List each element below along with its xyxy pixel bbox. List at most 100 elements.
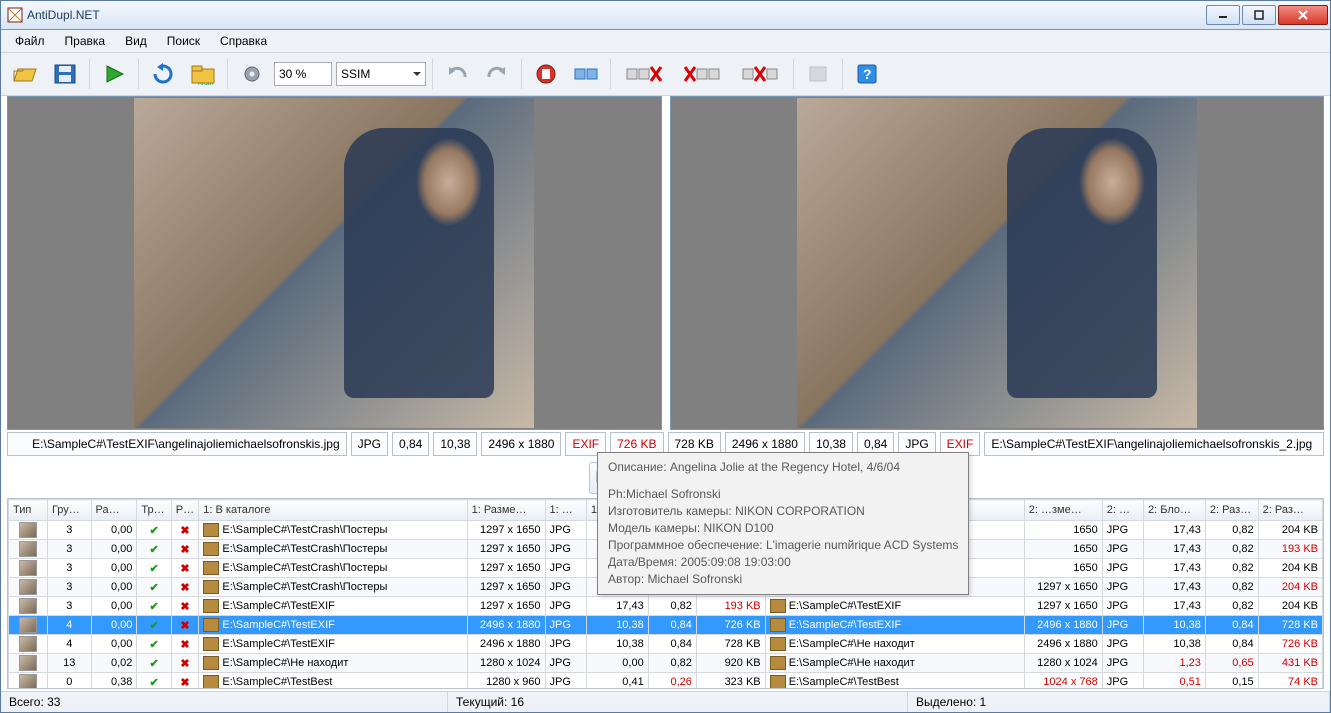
options-button[interactable]: [234, 56, 270, 92]
info-right-path: E:\SampleC#\TestEXIF\angelinajoliemichae…: [984, 432, 1324, 456]
minimize-button[interactable]: [1206, 5, 1240, 25]
table-row[interactable]: 40,00✔✖ E:\SampleC#\TestEXIF2496 x 1880J…: [9, 616, 1323, 635]
tooltip-camera-model: Модель камеры: NIKON D100: [608, 520, 958, 537]
column-header[interactable]: Р…: [171, 500, 199, 521]
folder-icon: [203, 656, 219, 670]
delete-icon: ✖: [180, 525, 189, 537]
column-header[interactable]: 2: Раз…: [1258, 500, 1322, 521]
column-header[interactable]: 1: Разме…: [467, 500, 545, 521]
column-header[interactable]: 1: В каталоге: [199, 500, 467, 521]
folder-icon: [770, 618, 786, 632]
type-icon: [19, 617, 37, 633]
check-icon: ✔: [149, 601, 158, 613]
table-row[interactable]: 00,38✔✖ E:\SampleC#\TestBest1280 x 960JP…: [9, 673, 1323, 689]
type-icon: [19, 522, 37, 538]
pairs-icon: [573, 63, 599, 85]
menu-view[interactable]: Вид: [115, 30, 157, 52]
stop-button[interactable]: [528, 56, 564, 92]
column-header[interactable]: 2: Раз…: [1205, 500, 1258, 521]
undo-button[interactable]: [439, 56, 475, 92]
menu-help[interactable]: Справка: [210, 30, 277, 52]
help-button[interactable]: ?: [849, 56, 885, 92]
delete-all-button[interactable]: [733, 56, 787, 92]
menu-file[interactable]: Файл: [5, 30, 55, 52]
preview-left[interactable]: [7, 96, 662, 430]
mistake-button[interactable]: [800, 56, 836, 92]
paths-button[interactable]: open: [185, 56, 221, 92]
gear-icon: [240, 63, 264, 85]
folder-icon: [203, 580, 219, 594]
tooltip-description: Описание: Angelina Jolie at the Regency …: [608, 459, 958, 476]
check-icon: ✔: [149, 639, 158, 651]
folder-icon: [770, 599, 786, 613]
info-left-block: 10,38: [433, 432, 477, 456]
delete-icon: ✖: [180, 544, 189, 556]
column-header[interactable]: 2: Бло…: [1144, 500, 1206, 521]
tooltip-datetime: Дата/Время: 2005:09:08 19:03:00: [608, 554, 958, 571]
column-header[interactable]: 2: …: [1102, 500, 1143, 521]
run-button[interactable]: [96, 56, 132, 92]
maximize-button[interactable]: [1242, 5, 1276, 25]
check-icon: ✔: [149, 582, 158, 594]
tooltip-camera-maker: Изготовитель камеры: NIKON CORPORATION: [608, 503, 958, 520]
delete-both-icon: [625, 63, 663, 85]
column-header[interactable]: Тип: [9, 500, 48, 521]
open-button[interactable]: [7, 56, 43, 92]
image-preview-left: [134, 98, 534, 428]
folder-icon: [203, 637, 219, 651]
check-icon: ✔: [149, 563, 158, 575]
check-icon: ✔: [149, 525, 158, 537]
folder-icon: [203, 523, 219, 537]
svg-text:?: ?: [863, 66, 872, 82]
redo-icon: [485, 63, 509, 85]
info-left-path: E:\SampleC#\TestEXIF\angelinajoliemichae…: [7, 432, 347, 456]
save-icon: [53, 63, 77, 85]
check-icon: ✔: [149, 544, 158, 556]
type-icon: [19, 598, 37, 614]
delete-first-icon: [683, 63, 721, 85]
folder-open-icon: [12, 63, 38, 85]
svg-text:open: open: [198, 82, 214, 85]
check-icon: ✔: [149, 677, 158, 689]
column-header[interactable]: Гру…: [47, 500, 91, 521]
threshold-input[interactable]: 30 %: [274, 62, 332, 86]
redo-button[interactable]: [479, 56, 515, 92]
delete-all-icon: [741, 63, 779, 85]
folder-icon: open: [190, 63, 216, 85]
save-button[interactable]: [47, 56, 83, 92]
menu-edit[interactable]: Правка: [55, 30, 116, 52]
status-total: Всего: 33: [1, 692, 448, 712]
folder-icon: [203, 542, 219, 556]
preview-right[interactable]: [670, 96, 1325, 430]
algorithm-select[interactable]: SSIM: [336, 62, 426, 86]
delete-icon: ✖: [180, 639, 189, 651]
refresh-button[interactable]: [145, 56, 181, 92]
table-row[interactable]: 30,00✔✖ E:\SampleC#\TestEXIF1297 x 1650J…: [9, 597, 1323, 616]
folder-icon: [203, 618, 219, 632]
titlebar: AntiDupl.NET: [1, 1, 1330, 30]
exif-tooltip: Описание: Angelina Jolie at the Regency …: [597, 452, 969, 595]
check-icon: ✔: [149, 658, 158, 670]
window-title: AntiDupl.NET: [27, 8, 1206, 22]
delete-both-button[interactable]: [617, 56, 671, 92]
info-left-diff: 0,84: [392, 432, 429, 456]
delete-icon: ✖: [180, 620, 189, 632]
info-left-dims: 2496 x 1880: [481, 432, 561, 456]
delete-icon: ✖: [180, 677, 189, 689]
delete-icon: ✖: [180, 582, 189, 594]
column-header[interactable]: 1: …: [545, 500, 586, 521]
pairs-button[interactable]: [568, 56, 604, 92]
close-button[interactable]: [1278, 5, 1328, 25]
info-left-format: JPG: [351, 432, 388, 456]
column-header[interactable]: 2: …зме…: [1024, 500, 1102, 521]
column-header[interactable]: Тр…: [137, 500, 171, 521]
column-header[interactable]: Ра…: [91, 500, 137, 521]
info-left: E:\SampleC#\TestEXIF\angelinajoliemichae…: [7, 432, 664, 456]
folder-icon: [203, 675, 219, 688]
folder-icon: [770, 656, 786, 670]
type-icon: [19, 674, 37, 688]
menu-search[interactable]: Поиск: [157, 30, 210, 52]
table-row[interactable]: 40,00✔✖ E:\SampleC#\TestEXIF2496 x 1880J…: [9, 635, 1323, 654]
table-row[interactable]: 130,02✔✖ E:\SampleC#\Не находит1280 x 10…: [9, 654, 1323, 673]
delete-first-button[interactable]: [675, 56, 729, 92]
